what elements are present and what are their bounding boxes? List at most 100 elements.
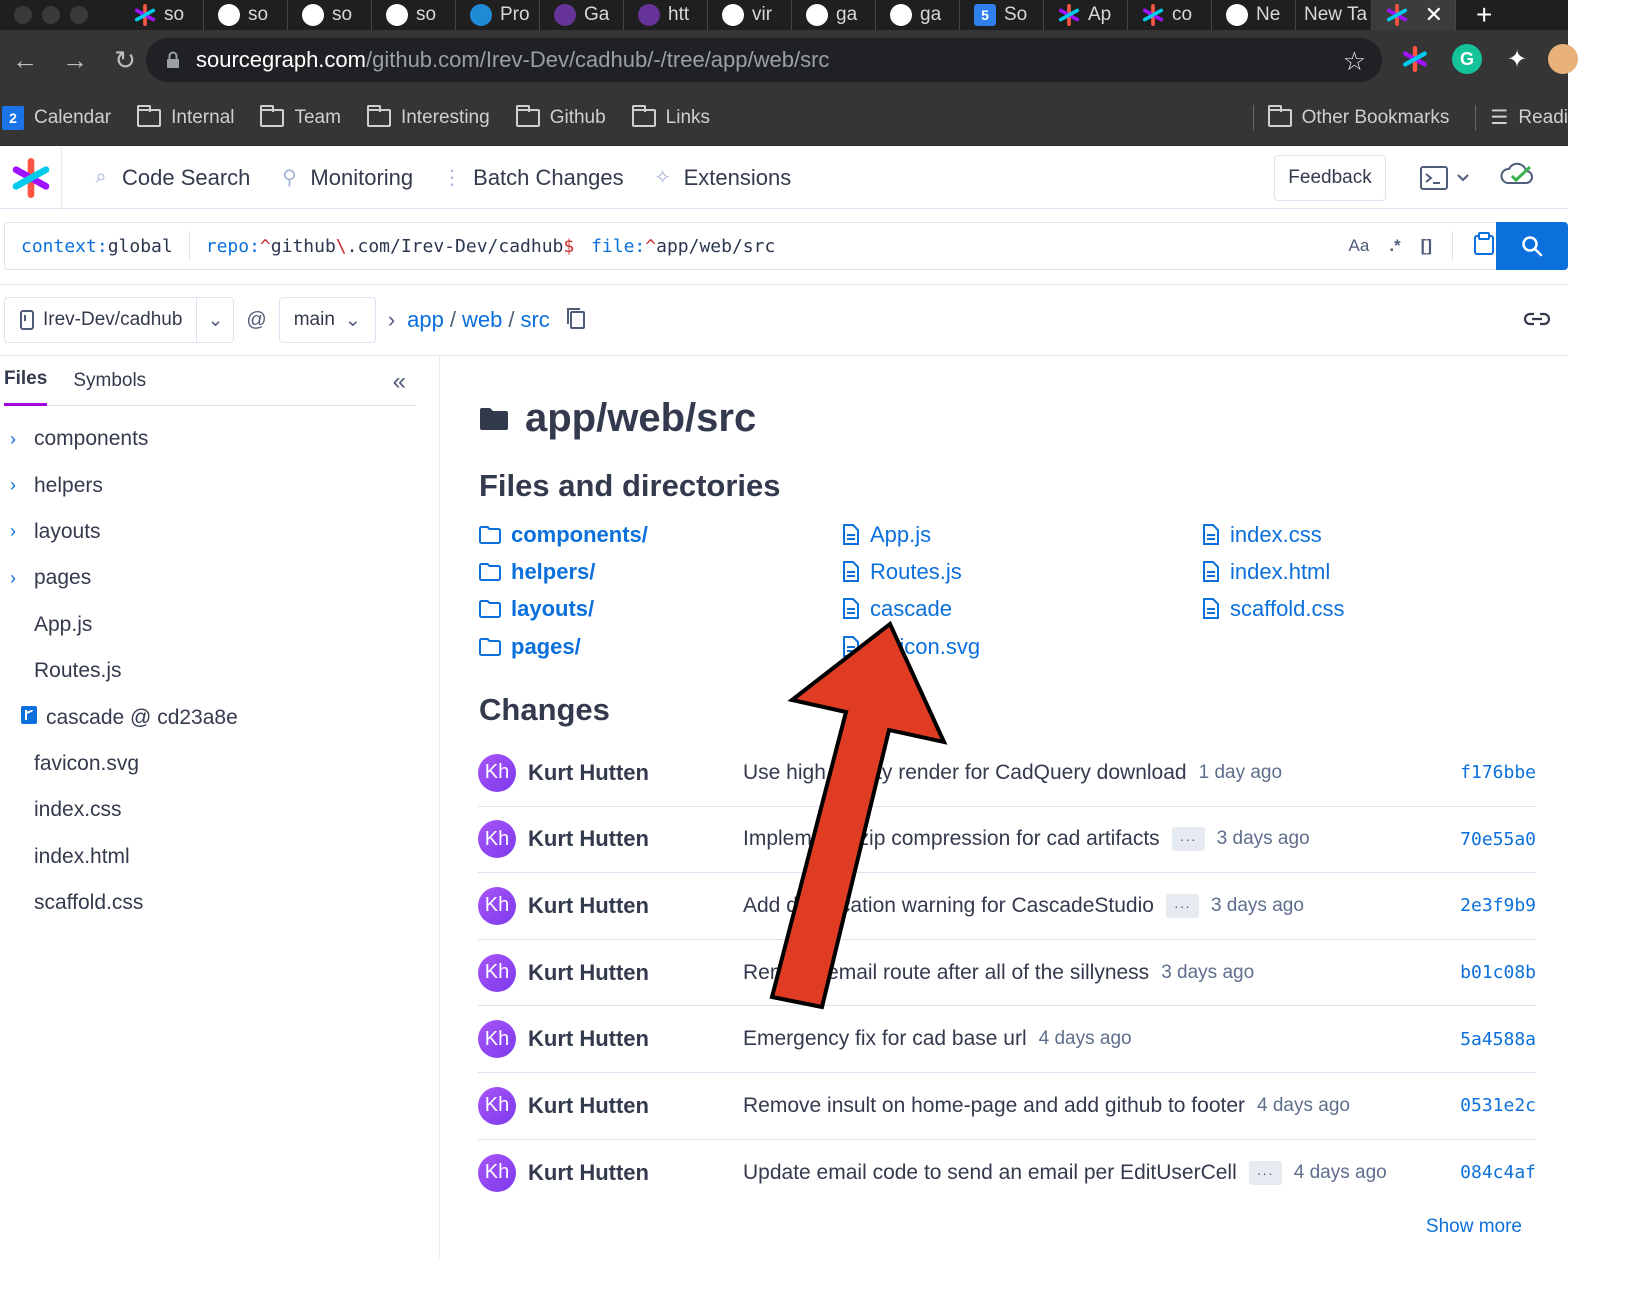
directory-link[interactable]: components/ (479, 516, 648, 553)
search-query-input[interactable]: context: global repo:^github\.com/Irev-De… (4, 222, 1568, 270)
nav-monitoring[interactable]: ⚲ Monitoring (278, 165, 413, 191)
sourcegraph-extension-icon[interactable] (1400, 44, 1430, 74)
commit-message-link[interactable]: Use high quality render for CadQuery dow… (743, 761, 1187, 785)
tab-files[interactable]: Files (4, 356, 48, 406)
reading-list[interactable]: ☰ Readi (1490, 105, 1568, 130)
revision-selector[interactable]: main ⌄ (278, 297, 376, 343)
tree-item-file[interactable]: App.js (0, 602, 416, 648)
file-link[interactable]: cascade (842, 591, 980, 628)
commit-author[interactable]: Kurt Hutten (528, 1026, 649, 1052)
browser-tab[interactable]: so (372, 0, 456, 30)
bookmark-team[interactable]: Team (260, 104, 341, 129)
browser-tab[interactable]: vir (708, 0, 792, 30)
bookmark-other[interactable]: Other Bookmarks (1267, 104, 1449, 129)
tree-item-directory[interactable]: › helpers (0, 462, 416, 508)
browser-tab[interactable]: co (1128, 0, 1212, 30)
browser-tab[interactable]: 5 So (960, 0, 1044, 30)
avatar[interactable]: Kh (478, 1020, 516, 1059)
file-link[interactable]: scaffold.css (1202, 591, 1345, 628)
commit-sha-link[interactable]: 70e55a0 (1460, 829, 1536, 850)
forward-arrow-icon[interactable]: → (50, 45, 100, 76)
chevron-right-icon[interactable]: › (10, 521, 16, 542)
browser-tab[interactable]: Ne (1212, 0, 1296, 30)
tree-item-directory[interactable]: › components (0, 416, 416, 462)
cloud-status-icon[interactable] (1500, 161, 1534, 194)
nav-batch-changes[interactable]: ⋮ Batch Changes (441, 165, 623, 191)
regex-toggle[interactable]: .* (1389, 236, 1400, 256)
nav-code-search[interactable]: ⌕ Code Search (90, 165, 250, 191)
bookmark-github[interactable]: Github (515, 104, 606, 129)
case-sensitivity-toggle[interactable]: Aa (1349, 236, 1370, 256)
tree-item-file[interactable]: favicon.svg (0, 741, 416, 787)
copy-path-icon[interactable] (566, 307, 586, 334)
feedback-button[interactable]: Feedback (1274, 155, 1386, 201)
tab-current[interactable]: ✕ (1372, 0, 1456, 30)
collapse-sidebar-icon[interactable]: « (393, 368, 406, 396)
avatar[interactable]: Kh (478, 1153, 516, 1192)
directory-link[interactable]: layouts/ (479, 591, 648, 628)
commit-author[interactable]: Kurt Hutten (528, 960, 649, 986)
browser-tab[interactable]: so (204, 0, 288, 30)
back-arrow-icon[interactable]: ← (0, 45, 50, 76)
query-text[interactable]: repo:^github\.com/Irev-Dev/cadhub$ file:… (190, 236, 776, 257)
commit-sha-link[interactable]: 0531e2c (1460, 1095, 1536, 1116)
bookmark-links[interactable]: Links (631, 104, 710, 129)
commit-author[interactable]: Kurt Hutten (528, 826, 649, 852)
repo-selector[interactable]: Irev-Dev/cadhub ⌄ (4, 297, 235, 343)
commit-message-link[interactable]: Remove email route after all of the sill… (743, 961, 1149, 985)
file-link[interactable]: favicon.svg (842, 628, 980, 665)
window-controls[interactable] (0, 6, 120, 24)
directory-link[interactable]: helpers/ (479, 553, 648, 590)
browser-tab[interactable]: so (288, 0, 372, 30)
commit-sha-link[interactable]: 084c4af (1460, 1162, 1536, 1183)
grammarly-extension-icon[interactable]: G (1452, 44, 1482, 74)
breadcrumb-link[interactable]: web (462, 307, 502, 333)
chevron-right-icon[interactable]: › (10, 568, 16, 589)
sourcegraph-logo[interactable] (0, 146, 62, 209)
browser-tab[interactable]: Pro (456, 0, 540, 30)
commit-sha-link[interactable]: 2e3f9b9 (1460, 895, 1536, 916)
commit-author[interactable]: Kurt Hutten (528, 893, 649, 919)
clipboard-icon[interactable] (1473, 231, 1495, 261)
browser-tab[interactable]: Ap (1044, 0, 1128, 30)
commit-message-link[interactable]: Update email code to send an email per E… (743, 1161, 1237, 1185)
browser-tab[interactable]: so (120, 0, 204, 30)
browser-tab[interactable]: htt (624, 0, 708, 30)
commit-sha-link[interactable]: 5a4588a (1460, 1029, 1536, 1050)
commit-author[interactable]: Kurt Hutten (528, 1160, 649, 1186)
avatar[interactable]: Kh (478, 1086, 516, 1125)
profile-avatar[interactable] (1548, 44, 1578, 74)
search-context-selector[interactable]: context: global (5, 231, 190, 261)
avatar[interactable]: Kh (478, 753, 516, 792)
tree-item-submodule[interactable]: cascade @ cd23a8e (0, 694, 416, 740)
bookmark-calendar[interactable]: 2 Calendar (2, 105, 111, 130)
chevron-right-icon[interactable]: › (10, 475, 16, 496)
tree-item-directory[interactable]: › layouts (0, 509, 416, 555)
file-link[interactable]: Routes.js (842, 553, 980, 590)
tree-item-directory[interactable]: › pages (0, 555, 416, 601)
bookmark-interesting[interactable]: Interesting (366, 104, 490, 129)
file-link[interactable]: index.css (1202, 516, 1345, 553)
file-link[interactable]: App.js (842, 516, 980, 553)
commit-message-link[interactable]: Add deprecation warning for CascadeStudi… (743, 894, 1154, 918)
expand-message-button[interactable]: ··· (1171, 827, 1205, 852)
link-icon[interactable] (1523, 309, 1551, 334)
reload-icon[interactable]: ↻ (100, 45, 150, 76)
chevron-right-icon[interactable]: › (10, 429, 16, 450)
browser-tab[interactable]: ga (876, 0, 960, 30)
commit-message-link[interactable]: Remove insult on home-page and add githu… (743, 1094, 1245, 1118)
bookmark-star-icon[interactable]: ☆ (1343, 46, 1366, 77)
commit-message-link[interactable]: Emergency fix for cad base url (743, 1027, 1027, 1051)
tree-item-file[interactable]: Routes.js (0, 648, 416, 694)
close-tab-icon[interactable]: ✕ (1425, 2, 1443, 28)
commit-author[interactable]: Kurt Hutten (528, 1093, 649, 1119)
commit-message-link[interactable]: Implement gzip compression for cad artif… (743, 827, 1160, 851)
file-link[interactable]: index.html (1202, 553, 1345, 590)
breadcrumb-link[interactable]: app (407, 307, 444, 333)
expand-message-button[interactable]: ··· (1248, 1160, 1282, 1185)
directory-link[interactable]: pages/ (479, 628, 648, 665)
address-bar[interactable]: sourcegraph.com/github.com/Irev-Dev/cadh… (146, 38, 1382, 82)
chevron-down-icon[interactable]: ⌄ (197, 309, 233, 332)
browser-tab[interactable]: Ga (540, 0, 624, 30)
structural-search-toggle[interactable]: [] (1421, 236, 1432, 256)
